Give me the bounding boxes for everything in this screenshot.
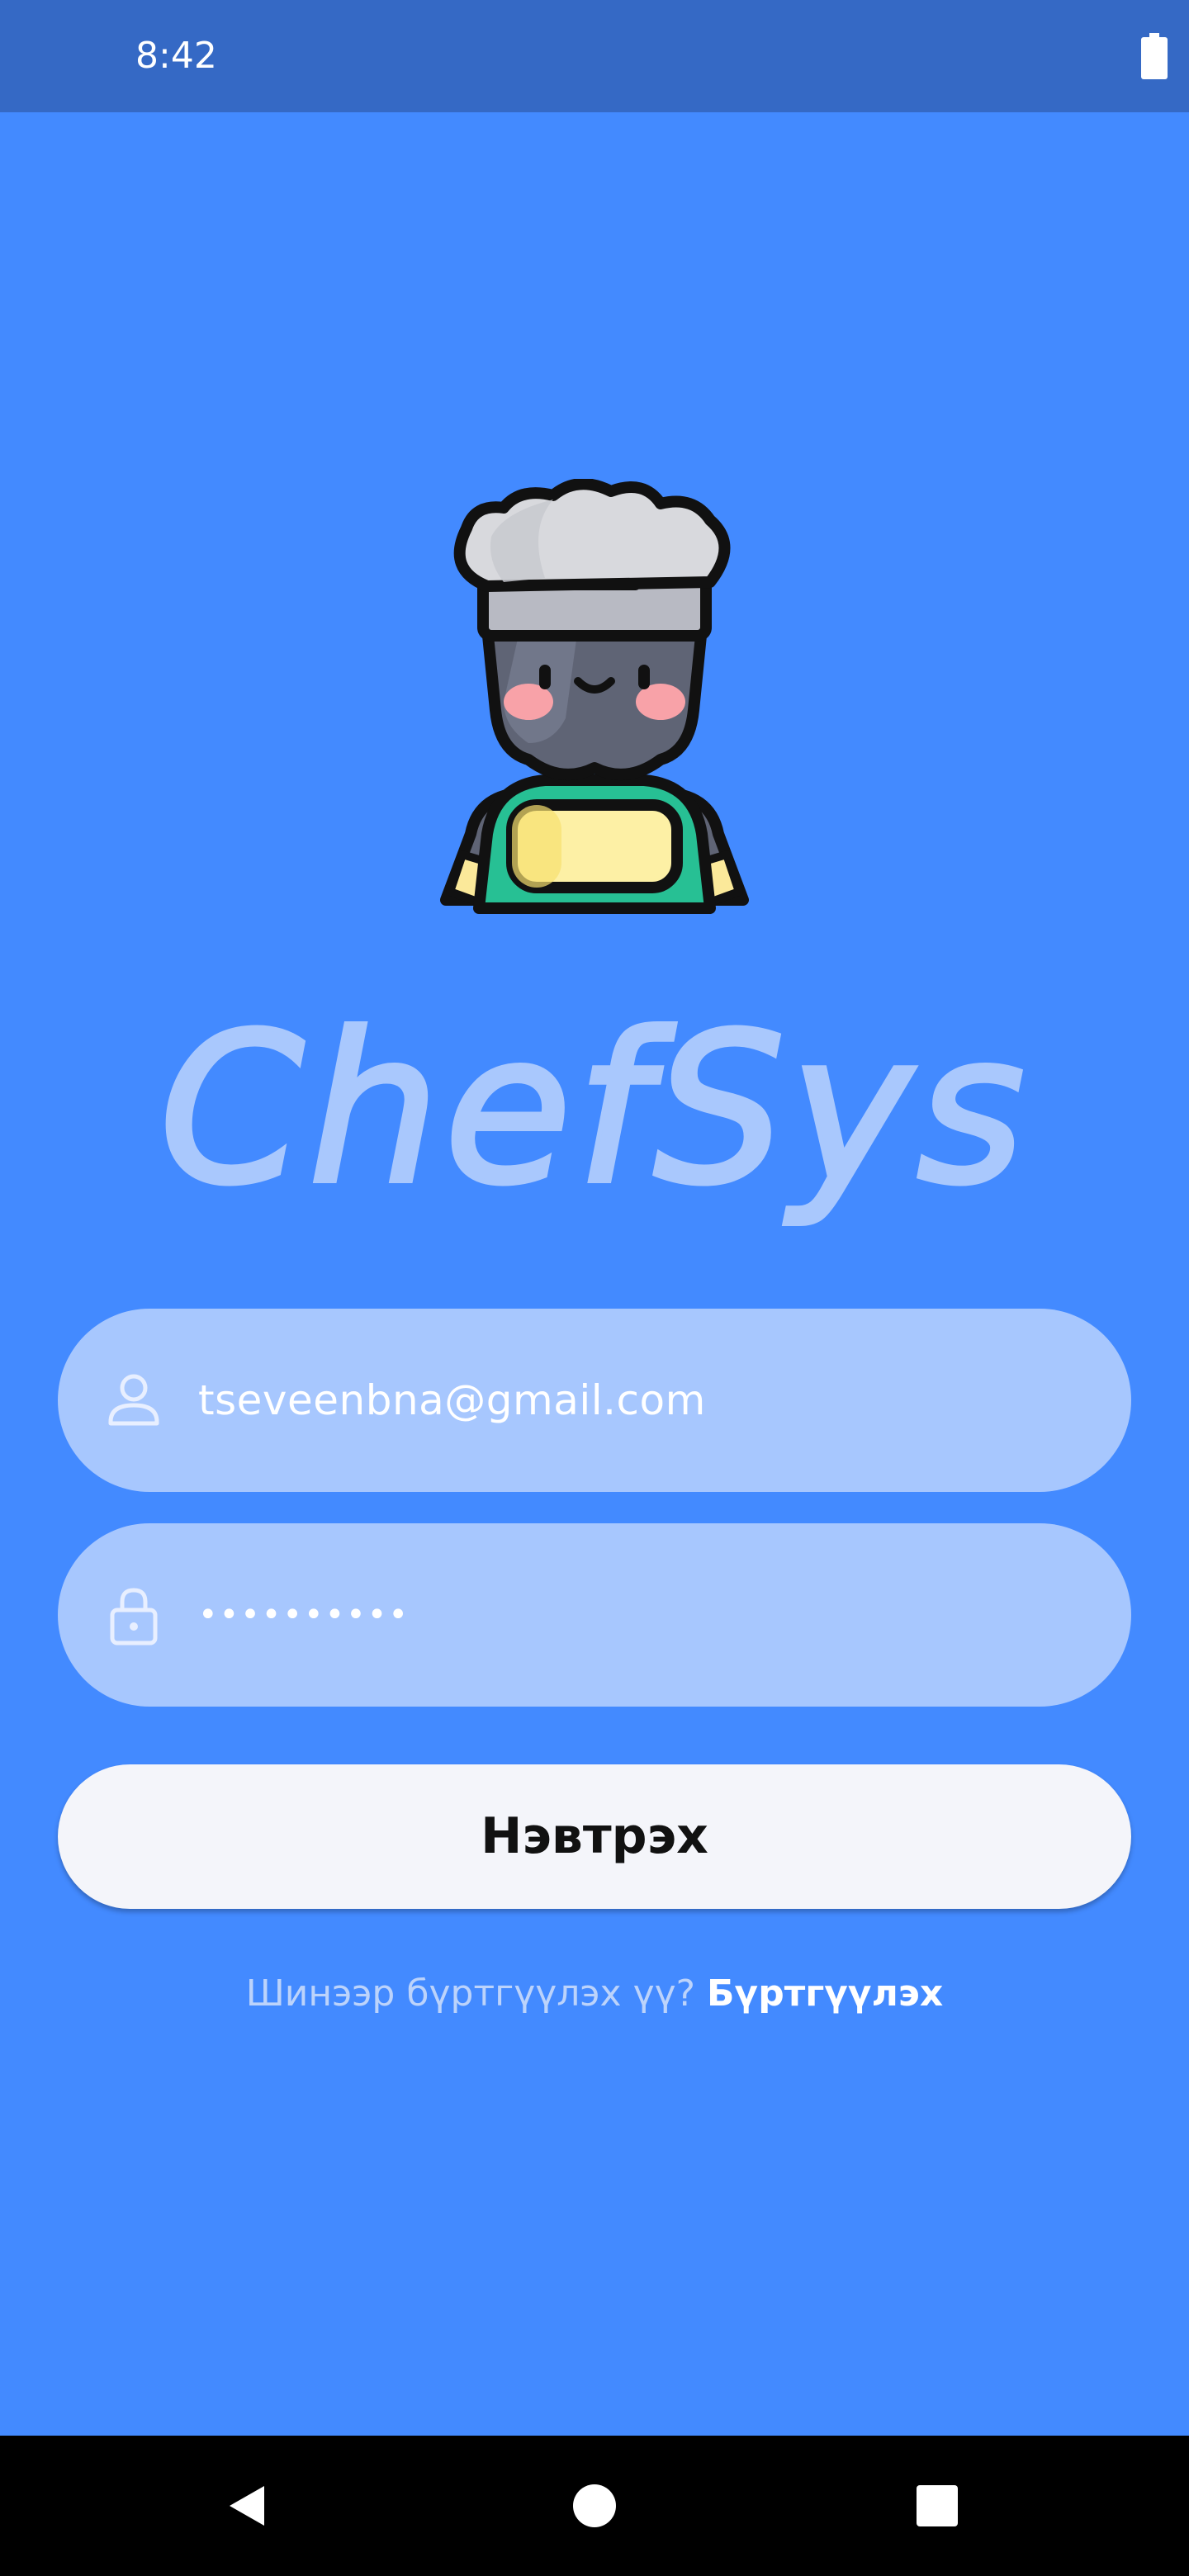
back-icon — [230, 2486, 264, 2526]
login-button[interactable]: Нэвтрэх — [58, 1764, 1131, 1909]
status-bar: 8:42 — [0, 0, 1189, 112]
battery-icon — [1141, 33, 1168, 79]
lock-icon — [110, 1588, 158, 1646]
signup-link[interactable]: Бүртгүүлэх — [707, 1972, 943, 2015]
recents-icon — [917, 2485, 958, 2526]
home-button[interactable] — [549, 2460, 640, 2551]
system-nav-bar — [0, 2436, 1189, 2576]
brand-name: ChefSys — [159, 989, 1030, 1229]
recents-button[interactable] — [892, 2460, 983, 2551]
password-value: •••••••••• — [198, 1596, 410, 1634]
email-field[interactable]: tseveenbna@gmail.com — [58, 1309, 1131, 1492]
email-value: tseveenbna@gmail.com — [198, 1376, 706, 1424]
back-button[interactable] — [202, 2460, 293, 2551]
brand-title: ChefSys — [157, 987, 1030, 1232]
status-time: 8:42 — [135, 35, 217, 77]
user-icon — [108, 1374, 159, 1426]
signup-row: Шинээр бүртгүүлэх үү? Бүртгүүлэх — [0, 1969, 1189, 2019]
signup-prompt: Шинээр бүртгүүлэх үү? — [245, 1972, 696, 2015]
password-field[interactable]: •••••••••• — [58, 1523, 1131, 1707]
home-icon — [573, 2484, 616, 2527]
chef-logo-icon — [440, 479, 749, 914]
